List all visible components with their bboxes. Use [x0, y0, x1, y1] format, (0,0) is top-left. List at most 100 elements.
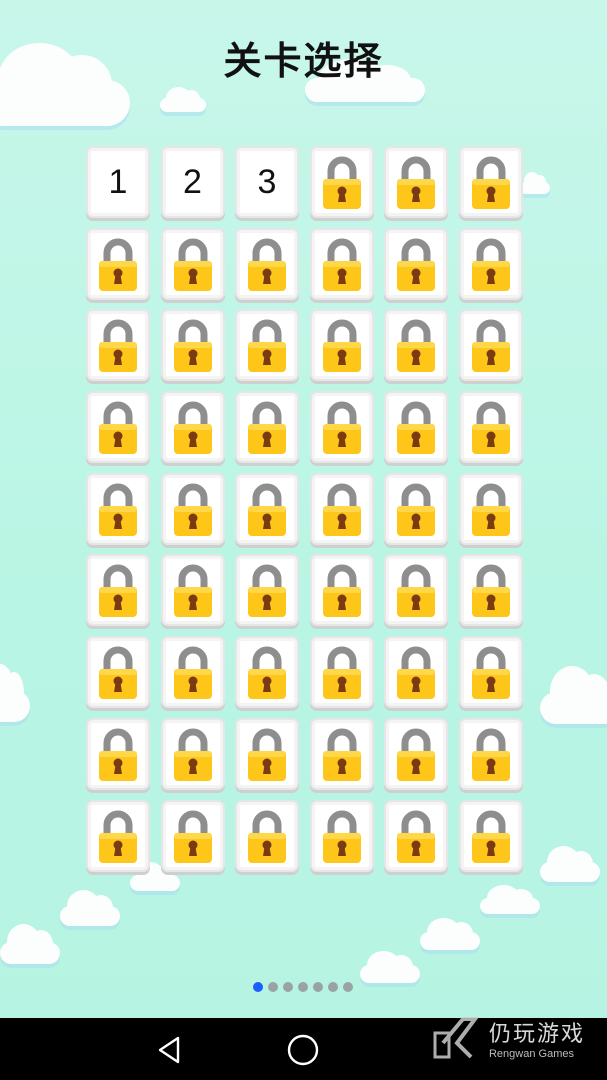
locked-level-tile[interactable] — [309, 799, 374, 872]
lock-icon — [471, 156, 510, 209]
page-dot[interactable] — [328, 982, 338, 992]
locked-level-tile[interactable] — [235, 799, 299, 872]
locked-level-tile[interactable] — [86, 472, 150, 545]
locked-level-tile[interactable] — [458, 799, 523, 872]
level-number: 2 — [183, 162, 202, 201]
locked-level-tile[interactable] — [309, 146, 374, 218]
level-tile[interactable]: 1 — [86, 146, 150, 218]
locked-level-tile[interactable] — [309, 391, 374, 464]
lock-icon — [99, 319, 137, 373]
locked-level-tile[interactable] — [86, 391, 150, 464]
level-grid: 1 2 3 — [86, 146, 523, 872]
locked-level-tile[interactable] — [309, 717, 374, 790]
page-dot[interactable] — [313, 982, 323, 992]
locked-level-tile[interactable] — [160, 472, 225, 545]
cloud-decoration — [540, 846, 600, 882]
lock-icon — [322, 319, 361, 373]
locked-level-tile[interactable] — [458, 391, 523, 464]
locked-level-tile[interactable] — [384, 227, 448, 300]
lock-icon — [397, 810, 435, 863]
lock-icon — [173, 646, 212, 700]
page-indicator — [253, 982, 353, 992]
lock-icon — [471, 401, 510, 455]
locked-level-tile[interactable] — [86, 309, 150, 382]
lock-icon — [471, 483, 510, 536]
lock-icon — [471, 646, 510, 700]
locked-level-tile[interactable] — [160, 309, 225, 382]
locked-level-tile[interactable] — [86, 554, 150, 627]
locked-level-tile[interactable] — [86, 799, 150, 872]
page-dot[interactable] — [343, 982, 353, 992]
lock-icon — [471, 728, 510, 781]
cloud-decoration — [160, 86, 206, 112]
locked-level-tile[interactable] — [160, 391, 225, 464]
locked-level-tile[interactable] — [235, 717, 299, 790]
locked-level-tile[interactable] — [235, 309, 299, 382]
lock-icon — [173, 483, 212, 536]
level-tile[interactable]: 2 — [160, 146, 225, 218]
cloud-decoration — [520, 172, 550, 194]
lock-icon — [248, 238, 286, 291]
locked-level-tile[interactable] — [160, 636, 225, 709]
locked-level-tile[interactable] — [309, 227, 374, 300]
locked-level-tile[interactable] — [235, 636, 299, 709]
locked-level-tile[interactable] — [384, 472, 448, 545]
locked-level-tile[interactable] — [458, 717, 523, 790]
lock-icon — [248, 646, 286, 700]
locked-level-tile[interactable] — [160, 799, 225, 872]
locked-level-tile[interactable] — [458, 554, 523, 627]
locked-level-tile[interactable] — [235, 391, 299, 464]
locked-level-tile[interactable] — [384, 391, 448, 464]
page-dot[interactable] — [253, 982, 263, 992]
home-icon[interactable] — [283, 1030, 323, 1070]
locked-level-tile[interactable] — [458, 472, 523, 545]
lock-icon — [248, 810, 286, 863]
locked-level-tile[interactable] — [309, 554, 374, 627]
locked-level-tile[interactable] — [384, 636, 448, 709]
lock-icon — [397, 728, 435, 781]
locked-level-tile[interactable] — [86, 717, 150, 790]
locked-level-tile[interactable] — [309, 309, 374, 382]
lock-icon — [322, 156, 361, 209]
lock-icon — [471, 319, 510, 373]
locked-level-tile[interactable] — [384, 554, 448, 627]
page-dot[interactable] — [298, 982, 308, 992]
page-dot[interactable] — [283, 982, 293, 992]
locked-level-tile[interactable] — [160, 554, 225, 627]
watermark: 仍玩游戏 Rengwan Games — [429, 1013, 585, 1063]
locked-level-tile[interactable] — [458, 309, 523, 382]
cloud-decoration — [0, 664, 30, 722]
lock-icon — [322, 401, 361, 455]
locked-level-tile[interactable] — [384, 309, 448, 382]
lock-icon — [397, 483, 435, 536]
locked-level-tile[interactable] — [86, 227, 150, 300]
lock-icon — [99, 401, 137, 455]
lock-icon — [99, 728, 137, 781]
lock-icon — [99, 483, 137, 536]
locked-level-tile[interactable] — [86, 636, 150, 709]
locked-level-tile[interactable] — [458, 227, 523, 300]
lock-icon — [173, 728, 212, 781]
locked-level-tile[interactable] — [384, 799, 448, 872]
locked-level-tile[interactable] — [384, 146, 448, 218]
level-tile[interactable]: 3 — [235, 146, 299, 218]
locked-level-tile[interactable] — [384, 717, 448, 790]
locked-level-tile[interactable] — [160, 717, 225, 790]
lock-icon — [173, 401, 212, 455]
lock-icon — [173, 319, 212, 373]
page-dot[interactable] — [268, 982, 278, 992]
locked-level-tile[interactable] — [235, 472, 299, 545]
locked-level-tile[interactable] — [235, 554, 299, 627]
back-icon[interactable] — [150, 1030, 190, 1070]
locked-level-tile[interactable] — [235, 227, 299, 300]
locked-level-tile[interactable] — [458, 146, 523, 218]
lock-icon — [471, 565, 510, 618]
cloud-decoration — [0, 924, 60, 964]
cloud-decoration — [0, 43, 130, 126]
lock-icon — [397, 646, 435, 700]
locked-level-tile[interactable] — [309, 636, 374, 709]
locked-level-tile[interactable] — [309, 472, 374, 545]
locked-level-tile[interactable] — [458, 636, 523, 709]
lock-icon — [397, 238, 435, 291]
locked-level-tile[interactable] — [160, 227, 225, 300]
